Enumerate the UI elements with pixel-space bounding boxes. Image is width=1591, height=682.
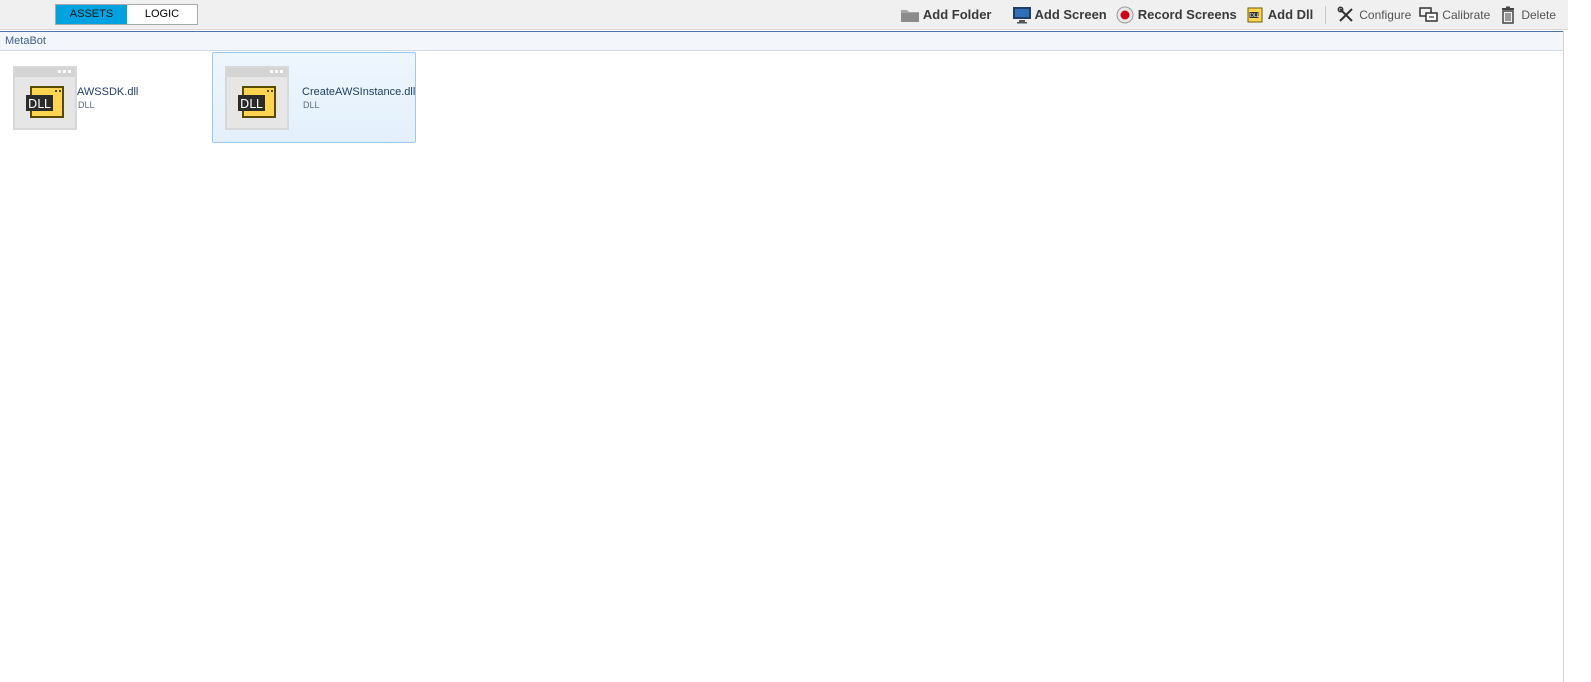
asset-type: DLL: [303, 100, 320, 110]
asset-thumbnail: DLL: [225, 66, 289, 130]
record-icon: [1115, 5, 1135, 25]
asset-tile-createawsinstance[interactable]: DLL CreateAWSInstance.dll DLL: [212, 52, 416, 143]
monitor-icon: [1012, 5, 1032, 25]
wrench-screwdriver-icon: [1336, 5, 1356, 25]
tab-logic[interactable]: LOGIC: [127, 5, 197, 24]
dll-icon: DLL: [1245, 5, 1265, 25]
configure-label: Configure: [1359, 7, 1412, 22]
folder-icon: [900, 5, 920, 25]
top-toolbar: ASSETS LOGIC Add Folder Add Screen Recor…: [0, 0, 1568, 30]
breadcrumb-root[interactable]: MetaBot: [5, 35, 46, 47]
asset-thumbnail: DLL: [13, 66, 77, 130]
configure-button[interactable]: Configure: [1336, 0, 1411, 29]
calibrate-label: Calibrate: [1442, 7, 1491, 22]
calibrate-icon: [1419, 5, 1439, 25]
add-folder-label: Add Folder: [922, 7, 992, 22]
breadcrumb: MetaBot: [0, 31, 1563, 51]
asset-type: DLL: [78, 100, 95, 110]
calibrate-button[interactable]: Calibrate: [1419, 0, 1490, 29]
delete-button[interactable]: Delete: [1498, 0, 1556, 29]
trash-icon: [1498, 5, 1518, 25]
dll-file-icon: DLL: [238, 86, 276, 118]
asset-name: AWSSDK.dll: [77, 86, 139, 98]
svg-text:DLL: DLL: [240, 97, 263, 111]
add-dll-button[interactable]: DLL Add Dll: [1245, 0, 1314, 29]
scroll-edge: [1563, 31, 1564, 682]
svg-text:DLL: DLL: [28, 97, 51, 111]
record-screens-label: Record Screens: [1137, 7, 1237, 22]
svg-text:DLL: DLL: [1250, 13, 1260, 19]
asset-tile-awssdk[interactable]: DLL AWSSDK.dll DLL: [0, 52, 200, 143]
metabot-assets-page: ASSETS LOGIC Add Folder Add Screen Recor…: [0, 0, 1591, 682]
add-dll-label: Add Dll: [1267, 7, 1314, 22]
toolbar-divider: [1325, 5, 1327, 24]
asset-name: CreateAWSInstance.dll: [302, 86, 416, 98]
delete-label: Delete: [1521, 7, 1556, 22]
dll-file-icon: DLL: [26, 86, 64, 118]
add-screen-button[interactable]: Add Screen: [1012, 0, 1107, 29]
record-screens-button[interactable]: Record Screens: [1115, 0, 1237, 29]
toolbar-actions: Add Folder Add Screen Record Screens DLL…: [892, 0, 1556, 29]
tab-assets[interactable]: ASSETS: [56, 5, 127, 24]
add-folder-button[interactable]: Add Folder: [900, 0, 992, 29]
add-screen-label: Add Screen: [1034, 7, 1107, 22]
view-toggle: ASSETS LOGIC: [55, 4, 198, 25]
